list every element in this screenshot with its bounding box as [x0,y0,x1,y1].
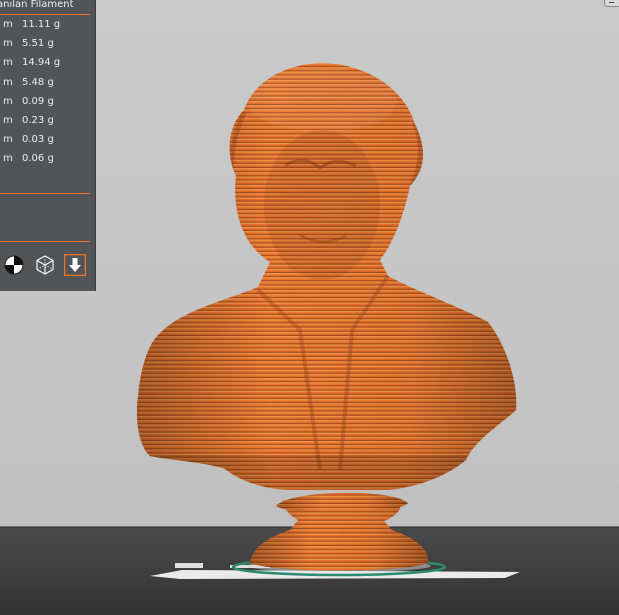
section-divider [0,193,90,194]
list-item: m 14.94 g [0,53,90,72]
unit-label: m [3,76,13,88]
weight-value: 0.03 g [22,134,54,146]
unit-label: m [3,114,13,126]
list-item: m 0.06 g [0,149,90,168]
weight-value: 11.11 g [22,19,61,30]
panel-header: anılan Filament [0,0,74,10]
collapse-icon[interactable] [604,0,619,7]
wireframe-cube-icon[interactable] [34,254,56,276]
weight-value: 5.48 g [22,76,54,88]
unit-label: m [3,38,13,50]
list-item: m 0.03 g [0,130,90,149]
list-item: m 5.51 g [0,34,90,53]
weight-value: 0.23 g [22,114,54,126]
unit-label: m [3,134,13,146]
unit-label: m [3,19,13,30]
list-item: m 11.11 g [0,15,90,34]
weight-value: 0.06 g [22,153,54,165]
unit-label: m [3,95,13,107]
weight-value: 5.51 g [22,38,54,50]
list-item: m 5.48 g [0,73,90,92]
filament-usage-panel: anılan Filament m 11.11 g m 5.51 g m 14.94 … [0,0,95,291]
unit-label: m [3,153,13,165]
weight-value: 0.09 g [22,95,54,107]
layer-down-arrow-icon[interactable] [64,254,86,276]
list-item: m 0.09 g [0,92,90,111]
list-item: m 0.23 g [0,111,90,130]
bust-model [136,63,517,490]
filament-list: m 11.11 g m 5.51 g m 14.94 g m 5.48 g m 0.09 … [0,15,90,169]
section-view-icon[interactable] [3,254,25,276]
weight-value: 14.94 g [22,57,61,69]
section-divider [0,241,90,242]
unit-label: m [3,57,13,69]
